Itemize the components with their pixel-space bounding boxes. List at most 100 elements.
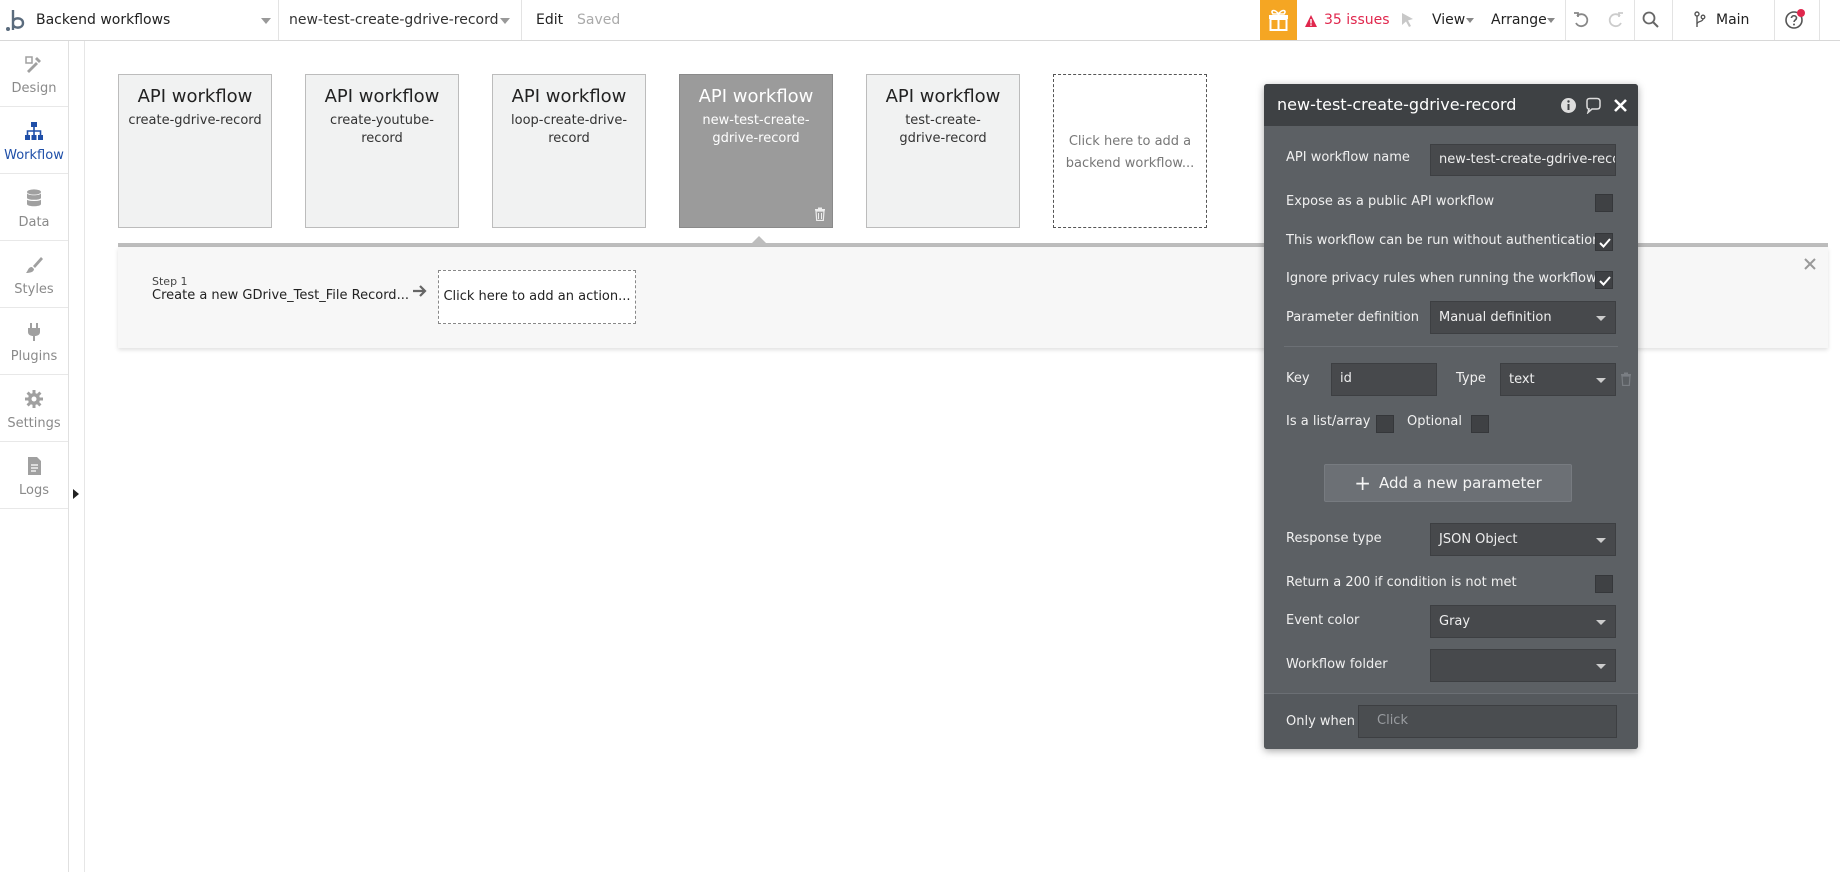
rail-item-workflow[interactable]: Workflow xyxy=(0,108,68,174)
ignore-privacy-checkbox[interactable] xyxy=(1595,271,1613,289)
param-type-label: Type xyxy=(1456,371,1486,386)
chevron-down-icon xyxy=(1547,18,1555,23)
param-type-dropdown[interactable]: text xyxy=(1500,363,1616,396)
branch-icon xyxy=(1693,10,1707,30)
warning-icon xyxy=(1304,13,1318,27)
rail-item-label: Design xyxy=(11,81,57,96)
rail-border xyxy=(68,41,69,872)
chevron-down-icon xyxy=(261,18,271,24)
no-auth-checkbox[interactable] xyxy=(1595,233,1613,251)
gear-icon xyxy=(25,390,43,408)
plug-icon xyxy=(28,323,40,341)
workflow-folder-dropdown[interactable] xyxy=(1430,649,1616,682)
close-icon[interactable] xyxy=(1612,97,1629,114)
view-menu[interactable]: View xyxy=(1432,0,1465,40)
gift-button[interactable] xyxy=(1260,0,1297,40)
workflow-select[interactable]: new-test-create-gdrive-record xyxy=(279,0,522,40)
chevron-down-icon xyxy=(1466,18,1474,23)
card-name: new-test-create-gdrive-record xyxy=(702,113,810,146)
chevron-down-icon xyxy=(1596,620,1606,625)
add-workflow-text: Click here to add a backend workflow... xyxy=(1065,134,1195,171)
divider xyxy=(1565,0,1566,40)
card-name: create-gdrive-record xyxy=(128,113,262,128)
return-200-checkbox[interactable] xyxy=(1595,575,1613,593)
gift-icon xyxy=(1269,9,1288,31)
step-action[interactable]: Create a new GDrive_Test_File Record... xyxy=(152,288,409,303)
trash-icon[interactable] xyxy=(1620,372,1632,386)
param-key-input[interactable]: id xyxy=(1331,363,1437,396)
search-icon[interactable] xyxy=(1641,10,1661,30)
chevron-down-icon xyxy=(1596,316,1606,321)
add-backend-workflow-card[interactable]: Click here to add a backend workflow... xyxy=(1053,74,1207,228)
bubble-logo-icon[interactable] xyxy=(5,7,27,33)
workflow-card-create-gdrive-record[interactable]: API workflow create-gdrive-record xyxy=(118,74,272,228)
is-list-label: Is a list/array xyxy=(1286,414,1371,429)
comment-icon[interactable] xyxy=(1585,97,1602,114)
arrange-menu[interactable]: Arrange xyxy=(1491,0,1547,40)
redo-icon[interactable] xyxy=(1606,10,1626,30)
workflow-select-label: new-test-create-gdrive-record xyxy=(289,12,499,28)
workflow-card-loop-create-drive-record[interactable]: API workflow loop-create-drive-record xyxy=(492,74,646,228)
rail-item-label: Data xyxy=(18,215,50,230)
divider xyxy=(1672,0,1673,40)
api-workflow-name-input[interactable]: new-test-create-gdrive-record xyxy=(1430,144,1616,176)
card-title: API workflow xyxy=(885,86,1001,107)
add-parameter-button[interactable]: + Add a new parameter xyxy=(1324,464,1572,502)
panel-header: new-test-create-gdrive-record xyxy=(1264,84,1638,126)
event-color-dropdown[interactable]: Gray xyxy=(1430,605,1616,638)
rail-item-styles[interactable]: Styles xyxy=(0,242,68,308)
expose-public-checkbox[interactable] xyxy=(1595,194,1613,212)
add-parameter-label: Add a new parameter xyxy=(1379,474,1542,492)
card-title: API workflow xyxy=(511,86,627,107)
card-title: API workflow xyxy=(137,86,253,107)
issues-link[interactable]: 35 issues xyxy=(1324,0,1390,40)
param-key-label: Key xyxy=(1286,371,1310,386)
divider xyxy=(1634,0,1635,40)
add-action-button[interactable]: Click here to add an action... xyxy=(438,270,636,324)
trash-icon[interactable] xyxy=(814,207,826,221)
card-title: API workflow xyxy=(324,86,440,107)
arrow-right-icon xyxy=(413,285,427,297)
only-when-input[interactable]: Click xyxy=(1358,705,1617,738)
card-name: loop-create-drive-record xyxy=(511,113,628,146)
workflow-card-new-test-create-gdrive-record[interactable]: API workflow new-test-create-gdrive-reco… xyxy=(679,74,833,228)
info-icon[interactable] xyxy=(1560,97,1577,114)
checkmark-icon xyxy=(1599,238,1611,248)
undo-icon[interactable] xyxy=(1571,10,1591,30)
divider xyxy=(1819,0,1820,40)
cursor-icon[interactable] xyxy=(1398,10,1418,30)
panel-title: new-test-create-gdrive-record xyxy=(1277,95,1517,114)
edit-menu[interactable]: Edit xyxy=(536,0,563,40)
rail-item-settings[interactable]: Settings xyxy=(0,376,68,442)
page-select[interactable]: Backend workflows xyxy=(27,0,279,40)
param-type-value: text xyxy=(1509,372,1535,387)
card-title: API workflow xyxy=(698,86,814,107)
optional-label: Optional xyxy=(1407,414,1462,429)
no-auth-label: This workflow can be run without authent… xyxy=(1286,233,1601,248)
response-type-value: JSON Object xyxy=(1439,532,1518,547)
rail-item-plugins[interactable]: Plugins xyxy=(0,309,68,375)
rail-item-design[interactable]: Design xyxy=(0,41,68,107)
optional-checkbox[interactable] xyxy=(1471,415,1489,433)
parameter-definition-label: Parameter definition xyxy=(1286,310,1419,325)
rail-item-label: Logs xyxy=(19,483,49,498)
rail-item-logs[interactable]: Logs xyxy=(0,443,68,509)
is-list-checkbox[interactable] xyxy=(1376,415,1394,433)
workflow-card-create-youtube-record[interactable]: API workflow create-youtube-record xyxy=(305,74,459,228)
branch-selector[interactable]: Main xyxy=(1716,0,1749,40)
design-icon xyxy=(25,56,41,73)
close-icon[interactable] xyxy=(1803,257,1817,271)
database-icon xyxy=(26,189,42,207)
only-when-row: Only when Click xyxy=(1264,693,1638,749)
rail-item-data[interactable]: Data xyxy=(0,175,68,241)
canvas-edge xyxy=(84,41,85,872)
collapse-arrow-icon[interactable] xyxy=(73,489,79,499)
divider xyxy=(1774,0,1775,40)
notification-dot xyxy=(1797,9,1805,17)
chevron-down-icon xyxy=(500,18,510,24)
response-type-dropdown[interactable]: JSON Object xyxy=(1430,523,1616,556)
ignore-privacy-label: Ignore privacy rules when running the wo… xyxy=(1286,271,1597,286)
parameter-definition-dropdown[interactable]: Manual definition xyxy=(1430,301,1616,334)
workflow-card-test-create-gdrive-record[interactable]: API workflow test-create-gdrive-record xyxy=(866,74,1020,228)
parameter-definition-value: Manual definition xyxy=(1439,310,1552,325)
